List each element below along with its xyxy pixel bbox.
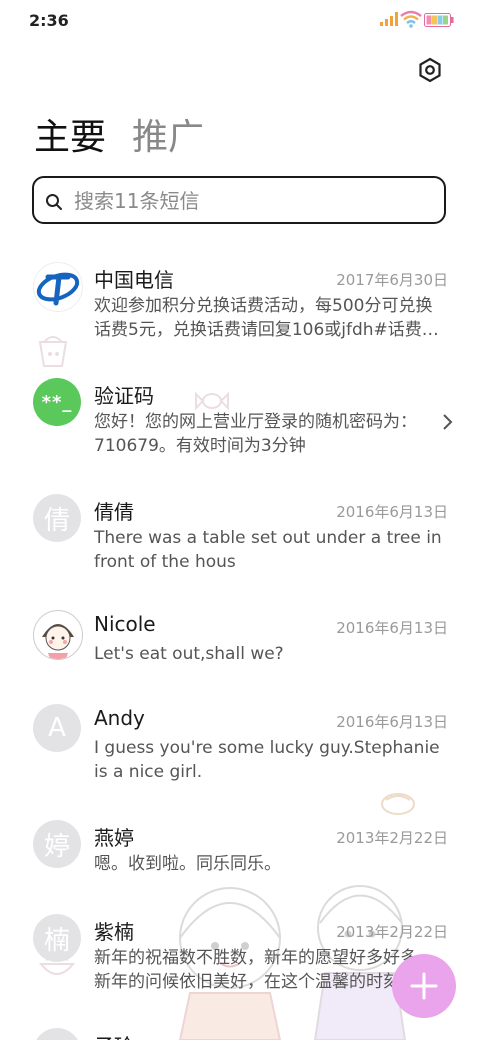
- message-row-qianqian[interactable]: 倩 倩倩 2016年6月13日 There was a table set ou…: [0, 492, 480, 582]
- contact-avatar: 玲: [33, 1028, 81, 1040]
- message-date: 2013年2月22日: [336, 923, 448, 941]
- girl-face-icon: [42, 624, 74, 659]
- avatar-text: 楠: [43, 925, 70, 956]
- sender-name: Nicole: [94, 612, 156, 636]
- sender-name: 紫楠: [94, 920, 134, 944]
- message-list: 中国电信 2017年6月30日 欢迎参加积分兑换话费活动，每500分可兑换话费5…: [0, 240, 480, 1040]
- verification-avatar: **_: [33, 378, 81, 426]
- message-preview: 嗯。收到啦。同乐同乐。: [94, 854, 281, 874]
- china-telecom-logo-icon: [36, 272, 80, 306]
- wifi-icon: [400, 10, 422, 28]
- tab-promo[interactable]: 推广: [132, 108, 204, 160]
- battery-icon: [424, 13, 454, 27]
- plus-icon: [410, 972, 438, 1000]
- message-row-yanting[interactable]: 婷 燕婷 2013年2月22日 嗯。收到啦。同乐同乐。: [0, 818, 480, 888]
- search-box[interactable]: [32, 176, 446, 224]
- contact-avatar: 婷: [33, 820, 81, 868]
- message-date: 2017年6月30日: [336, 271, 448, 289]
- status-bar: 2:36: [0, 0, 480, 40]
- message-row-ziling[interactable]: 玲 子玲: [0, 1026, 480, 1040]
- sender-name: 验证码: [94, 384, 154, 408]
- contact-avatar: 倩: [33, 494, 81, 542]
- tab-main[interactable]: 主要: [34, 108, 106, 160]
- message-row-nicole[interactable]: Nicole 2016年6月13日 Let's eat out,shall we…: [0, 608, 480, 678]
- avatar-text: 玲: [44, 1034, 70, 1040]
- settings-hexagon-icon: [419, 57, 441, 83]
- message-date: 2016年6月13日: [336, 503, 448, 521]
- new-message-button[interactable]: [392, 954, 456, 1018]
- message-preview: 欢迎参加积分兑换话费活动，每500分可兑换话费5元，兑换话费请回复106或jfd…: [94, 296, 439, 340]
- chevron-right-icon[interactable]: [440, 412, 454, 432]
- message-preview: There was a table set out under a tree i…: [94, 528, 442, 572]
- contact-avatar: 楠: [33, 914, 81, 962]
- avatar-text: 婷: [43, 831, 70, 862]
- settings-button[interactable]: [416, 56, 444, 84]
- avatar-text: **_: [41, 391, 73, 413]
- avatar-text: 倩: [43, 505, 70, 536]
- message-preview: 您好！您的网上营业厅登录的随机密码为：710679。有效时间为3分钟: [94, 412, 417, 456]
- signal-icon: [380, 12, 398, 26]
- message-preview: Let's eat out,shall we?: [94, 644, 284, 664]
- girl-avatar: [33, 610, 83, 660]
- sender-name: 燕婷: [94, 826, 134, 850]
- search-icon: [46, 194, 62, 210]
- sender-name: 子玲: [94, 1030, 134, 1040]
- avatar-text: A: [48, 713, 66, 743]
- china-telecom-avatar: [33, 262, 83, 312]
- message-date: 2016年6月13日: [336, 619, 448, 637]
- message-preview: I guess you're some lucky guy.Stephanie …: [94, 738, 440, 782]
- sender-name: Andy: [94, 706, 145, 730]
- message-row-andy[interactable]: A Andy 2016年6月13日 I guess you're some lu…: [0, 702, 480, 792]
- message-date: 2016年6月13日: [336, 713, 448, 731]
- sushi-doodle-icon: [381, 793, 415, 815]
- sender-name: 中国电信: [94, 268, 174, 292]
- message-date: 2013年2月22日: [336, 829, 448, 847]
- message-row-china-telecom[interactable]: 中国电信 2017年6月30日 欢迎参加积分兑换话费活动，每500分可兑换话费5…: [0, 260, 480, 350]
- message-row-verification-code[interactable]: **_ 验证码 您好！您的网上营业厅登录的随机密码为：710679。有效时间为3…: [0, 376, 480, 466]
- contact-avatar: A: [33, 704, 81, 752]
- status-time: 2:36: [29, 11, 69, 30]
- sender-name: 倩倩: [94, 500, 134, 524]
- search-input[interactable]: [74, 186, 434, 216]
